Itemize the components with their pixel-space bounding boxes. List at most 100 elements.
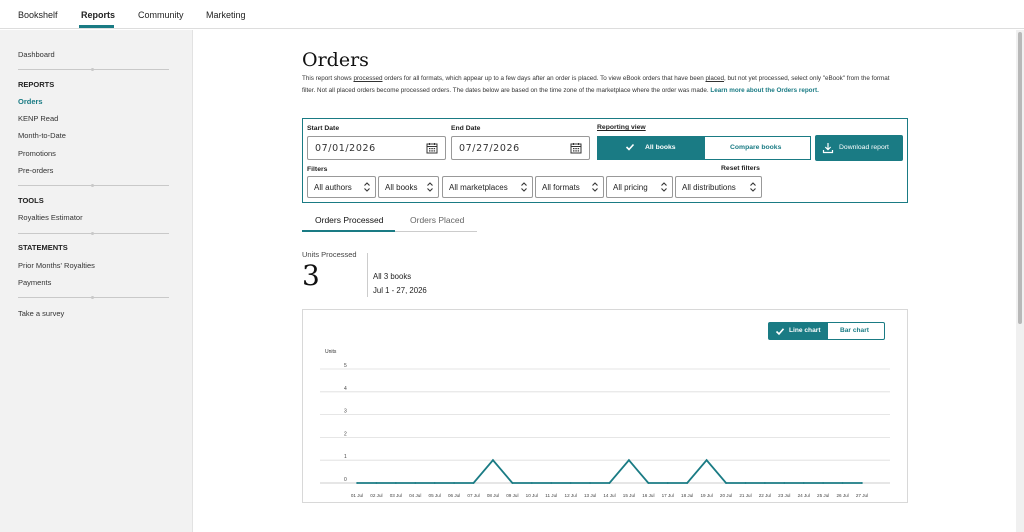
x-tick-label: 14 Jul — [603, 493, 615, 498]
sidebar-item-payments[interactable]: Payments — [18, 278, 51, 287]
scrollbar[interactable] — [1016, 30, 1024, 532]
y-tick-label: 0 — [344, 477, 347, 483]
calendar-icon[interactable] — [426, 142, 438, 154]
end-date-input[interactable]: 07/27/2026 — [451, 136, 590, 160]
reporting-view-label[interactable]: Reporting view — [597, 124, 646, 131]
formats-select-value: All formats — [542, 183, 580, 192]
subtab-divider — [395, 230, 477, 232]
sidebar-item-promotions[interactable]: Promotions — [18, 149, 56, 158]
books-select[interactable]: All books — [378, 176, 439, 198]
x-tick-label: 12 Jul — [565, 493, 577, 498]
sidebar-item-prior-months-royalties[interactable]: Prior Months' Royalties — [18, 261, 95, 270]
data-point — [744, 482, 747, 484]
start-date-value: 07/01/2026 — [315, 143, 376, 154]
learn-more-link[interactable]: Learn more about the Orders report. — [710, 87, 818, 94]
data-point — [550, 482, 553, 484]
scrollbar-thumb[interactable] — [1018, 32, 1022, 324]
reset-filters-link[interactable]: Reset filters — [721, 165, 760, 172]
x-tick-label: 26 Jul — [836, 493, 848, 498]
tab-community[interactable]: Community — [138, 10, 184, 20]
chevron-updown-icon — [592, 182, 598, 192]
calendar-icon[interactable] — [570, 142, 582, 154]
x-tick-label: 24 Jul — [798, 493, 810, 498]
sidebar-item-dashboard[interactable]: Dashboard — [18, 50, 55, 59]
tab-orders-placed[interactable]: Orders Placed — [410, 215, 464, 225]
units-processed-label: Units Processed — [302, 250, 357, 259]
x-tick-label: 20 Jul — [720, 493, 732, 498]
x-tick-label: 15 Jul — [623, 493, 635, 498]
x-tick-label: 01 Jul — [351, 493, 363, 498]
data-point — [841, 482, 844, 484]
chevron-updown-icon — [364, 182, 370, 192]
data-point — [628, 459, 630, 462]
line-chart-button[interactable]: Line chart — [769, 323, 828, 339]
formats-select[interactable]: All formats — [535, 176, 604, 198]
download-report-label: Download report — [839, 144, 889, 151]
x-tick-label: 07 Jul — [467, 493, 479, 498]
chevron-updown-icon — [521, 182, 527, 192]
x-tick-label: 25 Jul — [817, 493, 829, 498]
data-point — [511, 482, 514, 484]
books-select-value: All books — [385, 183, 418, 192]
marketplaces-select-value: All marketplaces — [449, 183, 508, 192]
data-point — [414, 482, 417, 484]
page-title: Orders — [302, 49, 369, 71]
data-point — [492, 459, 494, 462]
page-description: This report shows processed orders for a… — [302, 73, 900, 96]
x-tick-label: 19 Jul — [700, 493, 712, 498]
download-report-button[interactable]: Download report — [815, 135, 903, 161]
x-tick-label: 05 Jul — [429, 493, 441, 498]
sidebar-item-pre-orders[interactable]: Pre-orders — [18, 166, 53, 175]
y-tick-label: 4 — [344, 386, 347, 392]
pricing-select[interactable]: All pricing — [606, 176, 673, 198]
data-point — [705, 459, 708, 462]
data-point — [686, 482, 689, 484]
x-tick-label: 03 Jul — [390, 493, 402, 498]
start-date-input[interactable]: 07/01/2026 — [307, 136, 446, 160]
placed-link[interactable]: placed — [705, 75, 724, 82]
sidebar-divider — [18, 296, 169, 299]
y-tick-label: 2 — [344, 431, 347, 437]
x-tick-label: 06 Jul — [448, 493, 460, 498]
data-point — [608, 482, 611, 484]
all-books-label: All books — [645, 144, 676, 151]
authors-select[interactable]: All authors — [307, 176, 376, 198]
marketplaces-select[interactable]: All marketplaces — [442, 176, 533, 198]
data-point — [569, 482, 572, 484]
tab-reports[interactable]: Reports — [81, 10, 115, 20]
desc-text: orders for all formats, which appear up … — [382, 75, 706, 82]
chart-type-toggle: Line chart Bar chart — [768, 322, 885, 340]
data-point — [472, 482, 475, 484]
compare-books-button[interactable]: Compare books — [705, 137, 810, 159]
sidebar-item-kenp-read[interactable]: KENP Read — [18, 114, 58, 123]
data-point — [589, 482, 591, 484]
processed-link[interactable]: processed — [353, 75, 382, 82]
chevron-updown-icon — [750, 182, 756, 192]
tab-orders-processed[interactable]: Orders Processed — [315, 215, 384, 225]
y-tick-label: 3 — [344, 409, 347, 415]
x-tick-label: 22 Jul — [759, 493, 771, 498]
orders-line-chart: Units 0 1 2 3 4 5 01 Jul 02 Jul 03 Jul 04 Jul 05 Ju… — [320, 349, 890, 498]
tab-marketing[interactable]: Marketing — [206, 10, 246, 20]
sidebar-item-take-a-survey[interactable]: Take a survey — [18, 309, 64, 318]
sidebar-item-royalties-estimator[interactable]: Royalties Estimator — [18, 213, 83, 222]
all-books-button[interactable]: All books — [598, 137, 705, 159]
x-tick-label: 09 Jul — [506, 493, 518, 498]
units-processed-value: 3 — [302, 259, 320, 292]
pricing-select-value: All pricing — [613, 183, 648, 192]
bar-chart-button[interactable]: Bar chart — [828, 323, 884, 339]
x-tick-label: 10 Jul — [526, 493, 538, 498]
tab-bookshelf[interactable]: Bookshelf — [18, 10, 58, 20]
sidebar-divider — [18, 184, 169, 187]
sidebar-item-month-to-date[interactable]: Month-to-Date — [18, 131, 66, 140]
x-tick-label: 27 Jul — [856, 493, 868, 498]
x-tick-label: 17 Jul — [662, 493, 674, 498]
subtab-active-indicator — [302, 230, 395, 232]
sidebar-heading-statements: STATEMENTS — [18, 243, 68, 252]
sidebar-heading-tools: TOOLS — [18, 196, 44, 205]
sidebar-item-orders[interactable]: Orders — [18, 97, 43, 106]
line-chart-label: Line chart — [789, 327, 821, 334]
download-icon — [822, 143, 834, 154]
bar-chart-label: Bar chart — [840, 327, 869, 334]
distributions-select[interactable]: All distributions — [675, 176, 762, 198]
